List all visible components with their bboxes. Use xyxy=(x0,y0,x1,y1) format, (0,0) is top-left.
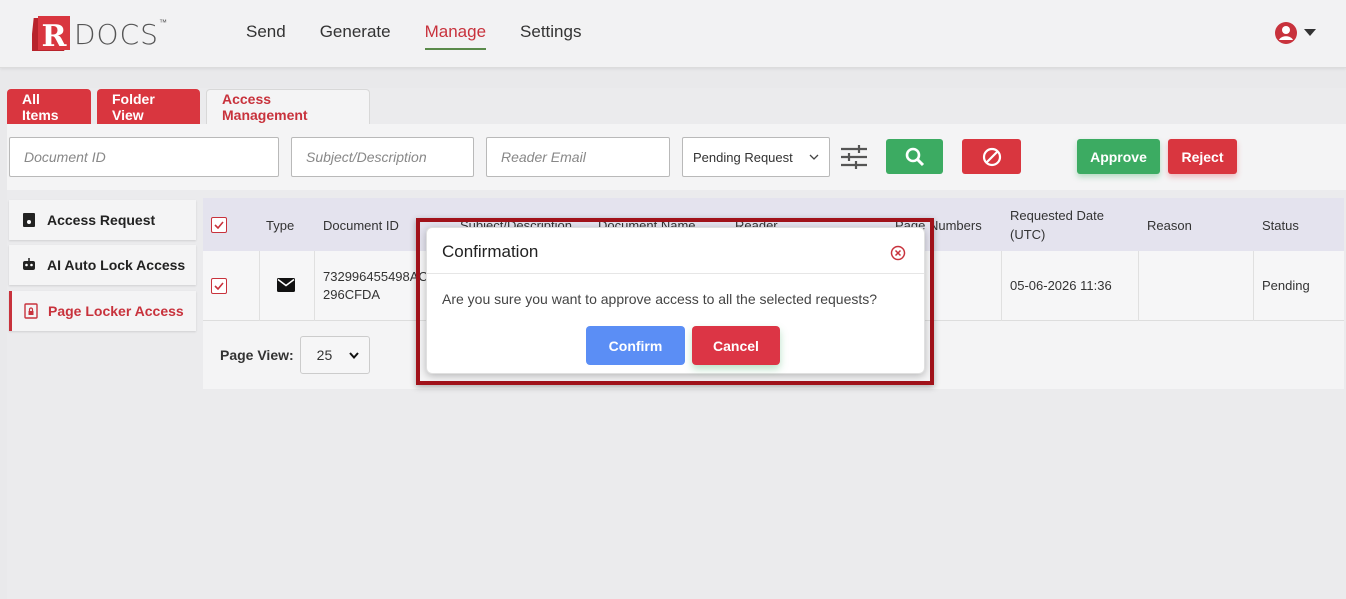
document-lock-icon xyxy=(23,213,35,227)
nav-manage[interactable]: Manage xyxy=(424,22,487,50)
chevron-down-icon xyxy=(809,154,819,160)
close-icon[interactable] xyxy=(890,245,906,266)
header-reason: Reason xyxy=(1147,218,1192,233)
dialog-title: Confirmation xyxy=(442,242,539,261)
page-lock-icon xyxy=(24,303,38,319)
approve-button[interactable]: Approve xyxy=(1077,139,1160,174)
header-requested-date: Requested Date xyxy=(1010,208,1104,223)
header-requested-date-utc: (UTC) xyxy=(1010,227,1046,242)
sidebar-item-page-locker[interactable]: Page Locker Access xyxy=(9,291,196,331)
envelope-icon xyxy=(277,278,295,292)
logo-text: DOCS xyxy=(74,17,159,51)
search-button[interactable] xyxy=(886,139,943,174)
header-document-id: Document ID xyxy=(323,218,399,233)
chevron-down-icon xyxy=(348,351,359,359)
confirm-button[interactable]: Confirm xyxy=(586,326,685,365)
clear-filters-button[interactable] xyxy=(962,139,1021,174)
row-requested-date: 05-06-2026 11:36 xyxy=(1010,278,1112,293)
row-status: Pending xyxy=(1262,278,1310,293)
page-size-value: 25 xyxy=(316,347,333,363)
reject-button[interactable]: Reject xyxy=(1168,139,1237,174)
header-status: Status xyxy=(1262,218,1299,233)
sidebar-item-label: AI Auto Lock Access xyxy=(47,257,186,273)
caret-down-icon xyxy=(1304,29,1316,36)
user-avatar-icon xyxy=(1275,22,1297,44)
nav-generate[interactable]: Generate xyxy=(320,22,391,50)
dialog-divider xyxy=(427,273,924,274)
page-view-label: Page View: xyxy=(220,347,294,363)
status-select-value: Pending Request xyxy=(693,149,793,165)
page-view-control: Page View: 25 xyxy=(220,336,370,374)
ban-icon xyxy=(982,147,1001,166)
advanced-filter-icon[interactable] xyxy=(839,142,869,177)
dialog-message: Are you sure you want to approve access … xyxy=(442,291,878,307)
confirmation-dialog: Confirmation Are you sure you want to ap… xyxy=(426,227,925,374)
nav-send[interactable]: Send xyxy=(246,22,286,50)
svg-text:R: R xyxy=(42,19,68,53)
select-all-checkbox[interactable] xyxy=(211,217,227,233)
tab-all-items[interactable]: All Items xyxy=(7,89,91,124)
top-header: R DOCS ™ Send Generate Manage Settings xyxy=(0,0,1346,68)
rdocs-logo[interactable]: R DOCS ™ xyxy=(30,14,167,54)
row-document-id-line2: 296CFDA xyxy=(323,287,381,302)
sidebar-item-label: Page Locker Access xyxy=(48,303,184,319)
logo-trademark: ™ xyxy=(158,17,167,27)
row-checkbox[interactable] xyxy=(211,278,227,294)
robot-icon xyxy=(23,258,35,270)
page-size-select[interactable]: 25 xyxy=(299,336,370,374)
cancel-button[interactable]: Cancel xyxy=(692,326,780,365)
logo-mark: R xyxy=(30,15,72,54)
document-id-input[interactable]: Document ID xyxy=(9,137,279,177)
subject-input[interactable]: Subject/Description xyxy=(291,137,474,177)
filter-bar: Document ID Subject/Description Reader E… xyxy=(7,124,1346,190)
sidebar-item-access-request[interactable]: Access Request xyxy=(9,200,196,240)
sidebar-item-label: Access Request xyxy=(47,212,156,228)
user-menu[interactable] xyxy=(1274,21,1316,45)
status-select[interactable]: Pending Request xyxy=(682,137,830,177)
search-icon xyxy=(905,147,924,166)
header-type: Type xyxy=(266,218,295,233)
view-tabs: All Items Folder View Access Management xyxy=(7,89,370,124)
main-nav: Send Generate Manage Settings xyxy=(246,22,581,50)
tab-access-management[interactable]: Access Management xyxy=(206,89,370,124)
sidebar-item-ai-auto-lock[interactable]: AI Auto Lock Access xyxy=(9,245,196,285)
access-sidebar: Access Request AI Auto Lock Access Page … xyxy=(7,198,203,389)
reader-email-input[interactable]: Reader Email xyxy=(486,137,670,177)
tab-folder-view[interactable]: Folder View xyxy=(97,89,200,124)
nav-settings[interactable]: Settings xyxy=(520,22,581,50)
